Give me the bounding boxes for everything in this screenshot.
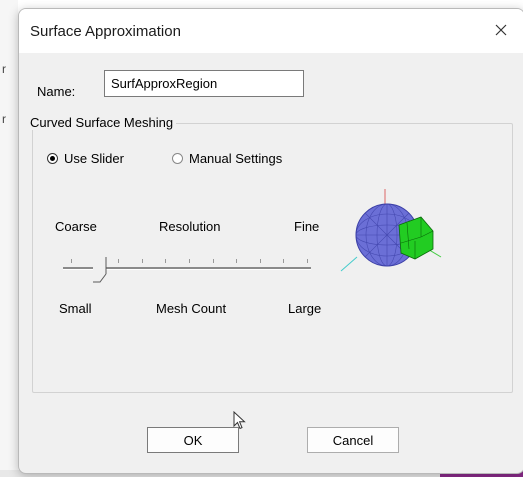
mouse-cursor-icon: [233, 411, 246, 430]
resolution-label: Resolution: [159, 219, 221, 234]
coarse-label: Coarse: [55, 219, 97, 234]
small-label: Small: [59, 301, 92, 316]
slider-tick: [259, 259, 261, 263]
slider-tick: [283, 259, 285, 263]
mesh-sphere-preview-icon: [340, 189, 442, 272]
close-button[interactable]: [488, 17, 514, 43]
manual-settings-radio[interactable]: Manual Settings: [172, 151, 282, 166]
slider-tick: [71, 259, 72, 263]
slider-tick: [212, 259, 214, 263]
group-title: Curved Surface Meshing: [27, 115, 177, 130]
large-label: Large: [288, 301, 322, 316]
cancel-button[interactable]: Cancel: [307, 427, 399, 453]
ok-button[interactable]: OK: [147, 427, 239, 453]
slider-tick: [165, 259, 167, 263]
use-slider-label: Use Slider: [64, 151, 124, 166]
surface-approximation-dialog: Surface Approximation Name: Curved Surfa…: [18, 8, 523, 474]
slider-tick: [236, 259, 238, 263]
name-input[interactable]: [104, 70, 304, 97]
use-slider-radio[interactable]: Use Slider: [47, 151, 124, 166]
radio-unselected-icon: [172, 153, 183, 164]
slider-tick: [118, 259, 120, 263]
background-text-fragment: r: [2, 62, 6, 76]
background-text-fragment: r: [2, 112, 6, 126]
title-bar[interactable]: Surface Approximation: [19, 9, 523, 53]
slider-tick: [189, 259, 190, 263]
close-icon: [495, 24, 507, 36]
dialog-title: Surface Approximation: [30, 23, 181, 40]
slider-thumb[interactable]: [92, 256, 108, 284]
fine-label: Fine: [294, 219, 320, 234]
slider-tick: [307, 259, 308, 263]
manual-settings-label: Manual Settings: [189, 151, 283, 166]
slider-tick: [141, 259, 143, 263]
mesh-count-label: Mesh Count: [156, 301, 227, 316]
name-label: Name:: [37, 84, 76, 99]
radio-selected-icon: [47, 153, 58, 164]
